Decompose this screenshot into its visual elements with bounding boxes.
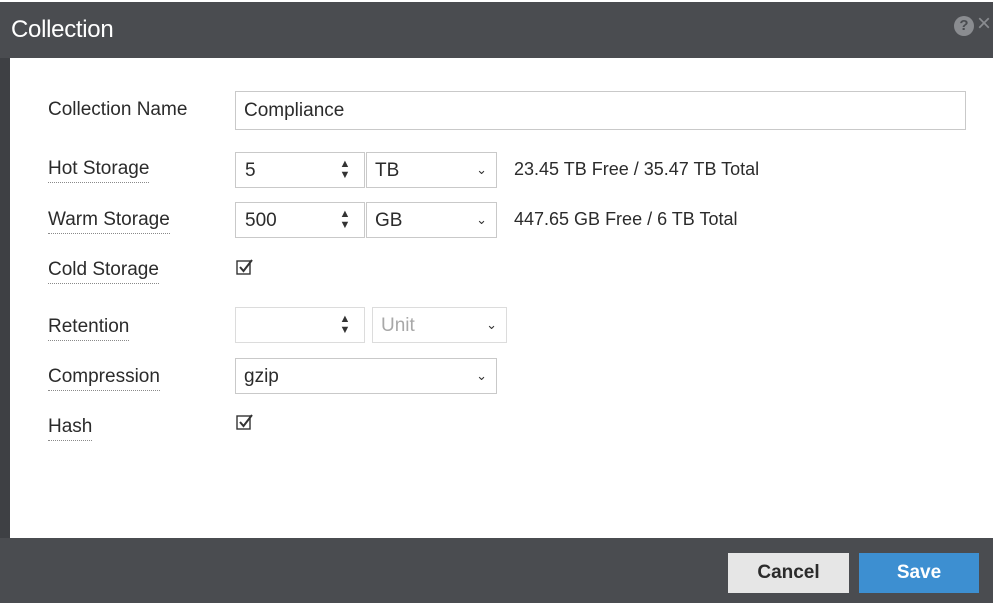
cold-storage-checkbox[interactable] <box>236 258 254 276</box>
dialog-left-edge <box>0 58 10 538</box>
cold-storage-label: Cold Storage <box>48 259 159 284</box>
up-down-arrows-icon[interactable]: ▲ ▼ <box>338 314 352 336</box>
chevron-down-icon: ⌄ <box>476 368 487 383</box>
chevron-down-icon: ⌄ <box>486 317 497 332</box>
collection-name-input[interactable]: Compliance <box>235 91 966 130</box>
save-button[interactable]: Save <box>859 553 979 593</box>
chevron-down-icon: ⌄ <box>476 162 487 177</box>
retention-stepper[interactable]: ▲ ▼ <box>235 307 365 343</box>
compression-select[interactable]: gzip ⌄ <box>235 358 497 394</box>
warm-storage-label: Warm Storage <box>48 209 170 234</box>
warm-storage-info: 447.65 GB Free / 6 TB Total <box>514 209 738 229</box>
dialog-body <box>10 58 993 538</box>
collection-dialog: Collection ? × Collection Name Complianc… <box>0 0 993 603</box>
warm-storage-value: 500 <box>245 210 277 231</box>
dialog-titlebar: Collection ? × <box>0 2 993 58</box>
warm-storage-unit-value: GB <box>375 210 403 231</box>
hot-storage-stepper[interactable]: 5 ▲ ▼ <box>235 152 365 188</box>
help-icon[interactable]: ? <box>954 16 974 36</box>
hot-storage-label: Hot Storage <box>48 158 150 183</box>
hot-storage-unit-value: TB <box>375 160 400 181</box>
hash-label: Hash <box>48 416 93 441</box>
dialog-title: Collection <box>11 16 114 43</box>
retention-unit-select[interactable]: Unit ⌄ <box>372 307 507 343</box>
compression-value: gzip <box>244 366 279 387</box>
hot-storage-value: 5 <box>245 160 256 181</box>
retention-unit-value: Unit <box>381 315 415 336</box>
cancel-button[interactable]: Cancel <box>728 553 849 593</box>
hash-checkbox[interactable] <box>236 413 254 431</box>
hot-storage-info: 23.45 TB Free / 35.47 TB Total <box>514 159 760 179</box>
collection-name-label: Collection Name <box>48 99 188 120</box>
compression-label: Compression <box>48 366 160 391</box>
retention-label: Retention <box>48 316 130 341</box>
hot-storage-unit-select[interactable]: TB ⌄ <box>366 152 497 188</box>
chevron-down-icon: ⌄ <box>476 212 487 227</box>
close-icon[interactable]: × <box>977 12 991 36</box>
up-down-arrows-icon[interactable]: ▲ ▼ <box>338 209 352 231</box>
warm-storage-unit-select[interactable]: GB ⌄ <box>366 202 497 238</box>
warm-storage-stepper[interactable]: 500 ▲ ▼ <box>235 202 365 238</box>
up-down-arrows-icon[interactable]: ▲ ▼ <box>338 159 352 181</box>
